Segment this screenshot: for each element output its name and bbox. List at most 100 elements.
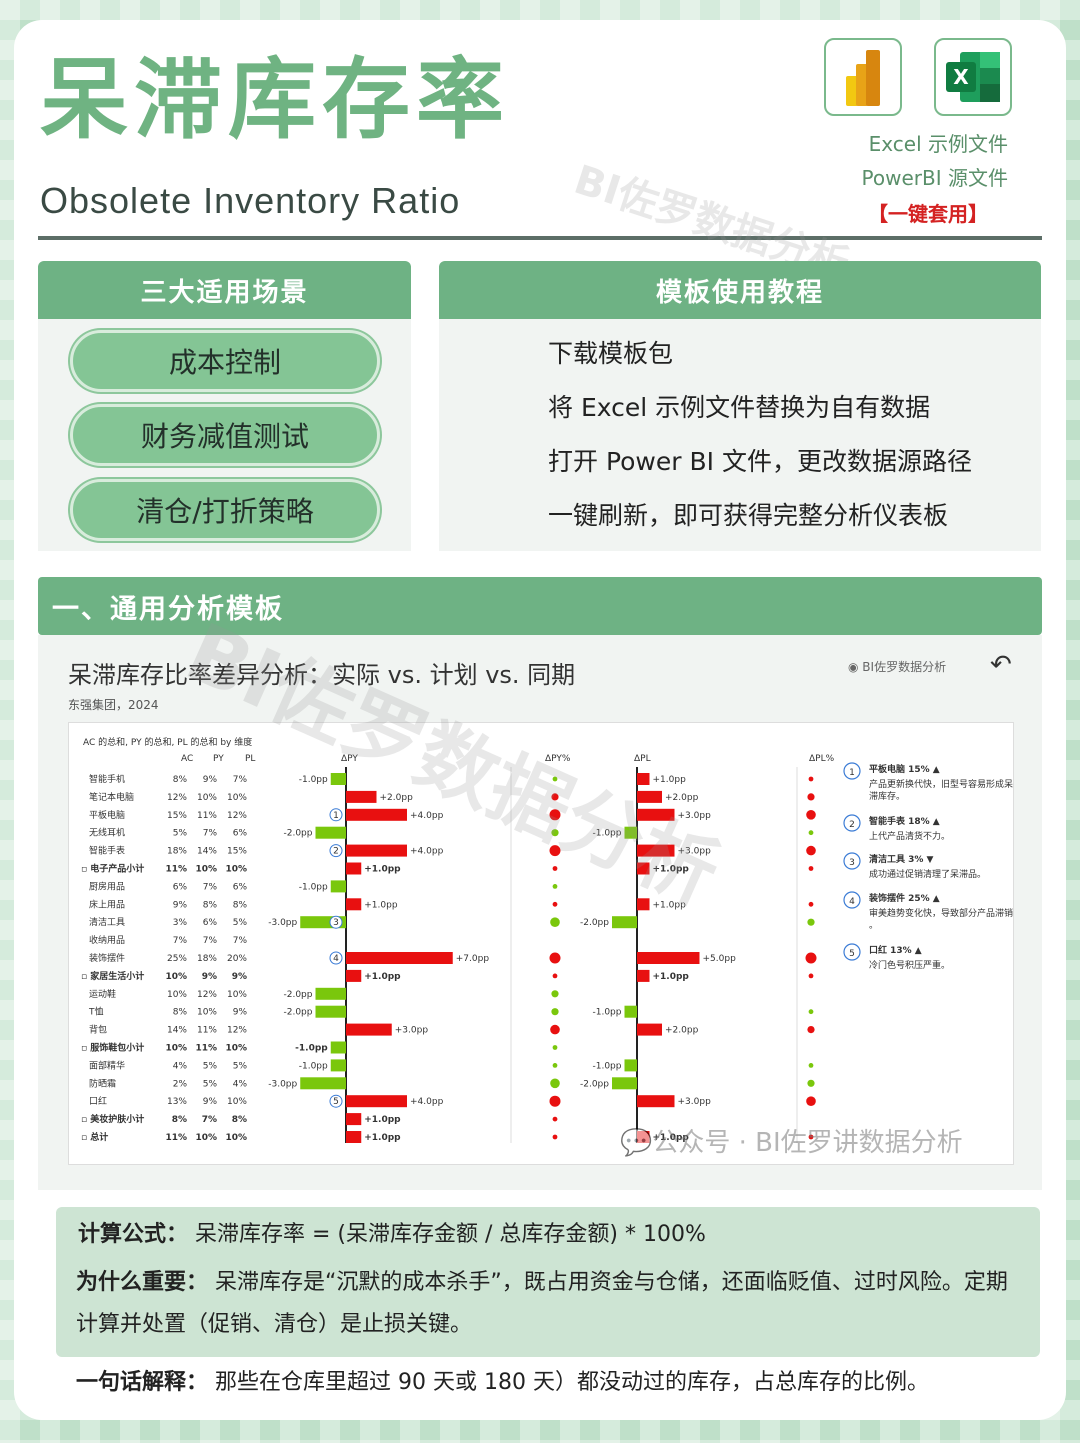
dpl-pct-dot xyxy=(807,918,815,926)
dpy-label: +1.0pp xyxy=(364,865,401,875)
row-pl: 9% xyxy=(232,972,247,982)
dpy-pct-dot xyxy=(552,1134,558,1140)
row-py: 10% xyxy=(197,1008,217,1018)
scenario-impairment-test[interactable]: 财务减值测试 xyxy=(70,404,380,466)
note-title: 智能手表 18% ▲ xyxy=(869,815,940,827)
dpy-label: -3.0pp xyxy=(268,1079,297,1089)
importance-label: 为什么重要： xyxy=(76,1270,209,1295)
row-ac: 4% xyxy=(173,1061,188,1071)
importance-text: 呆滞库存是“沉默的成本杀手”，既占用资金与仓储，还面临贬值、过时风险。定期计算并… xyxy=(76,1270,1008,1337)
page-subtitle: Obsolete Inventory Ratio xyxy=(40,180,461,221)
formula-label: 计算公式： xyxy=(78,1222,189,1247)
row-py: 9% xyxy=(203,1097,218,1107)
dpy-bar xyxy=(346,844,407,857)
row-pl: 9% xyxy=(233,1008,248,1018)
row-pl: 10% xyxy=(225,1133,247,1143)
chart-caption: AC 的总和, PY 的总和, PL 的总和 by 维度 xyxy=(83,736,252,748)
dpl-pct-dot xyxy=(806,845,816,856)
tutorial-step: 下载模板包 xyxy=(548,339,674,368)
dpl-bar xyxy=(637,773,650,785)
row-pl: 15% xyxy=(227,847,247,857)
powerbi-icon[interactable] xyxy=(824,38,902,116)
dpy-label: +1.0pp xyxy=(364,1115,401,1125)
row-ac: 6% xyxy=(173,882,188,892)
row-label: 防晒霜 xyxy=(89,1077,116,1089)
row-ac: 10% xyxy=(165,1044,187,1054)
dpl-pct-dot xyxy=(808,776,814,782)
dpy-bar xyxy=(330,880,346,893)
row-pl: 10% xyxy=(227,793,247,803)
row-label: 背包 xyxy=(89,1024,107,1036)
row-label: 收纳用品 xyxy=(89,934,125,946)
dpy-label: +1.0pp xyxy=(364,972,401,982)
section-heading: 一、通用分析模板 xyxy=(38,577,1042,635)
dpy-bar xyxy=(315,826,346,839)
row-ac: 8% xyxy=(172,1115,187,1125)
excel-icon[interactable]: X xyxy=(934,38,1012,116)
dpy-pct-dot xyxy=(549,845,561,857)
undo-icon[interactable]: ↶ xyxy=(990,650,1012,680)
dpy-label: -3.0pp xyxy=(268,918,297,928)
row-label: 智能手机 xyxy=(89,773,125,785)
row-py: 12% xyxy=(197,990,217,1000)
dpy-label: +2.0pp xyxy=(380,793,414,803)
row-label: 无线耳机 xyxy=(89,827,125,839)
dpy-bar xyxy=(346,808,407,821)
column-header: PL xyxy=(245,754,255,764)
dpy-pct-dot xyxy=(551,793,559,801)
dpl-bar xyxy=(637,844,675,857)
row-label: ▫ 美妆护肤小计 xyxy=(81,1113,144,1125)
column-header: AC xyxy=(181,754,193,764)
dpy-pct-dot xyxy=(552,901,558,907)
dashboard-subtitle: 东强集团，2024 xyxy=(68,698,159,712)
row-label: 清洁工具 xyxy=(89,916,125,928)
dpl-pct-dot xyxy=(807,1026,815,1034)
row-label: ▫ 电子产品小计 xyxy=(81,863,144,875)
dpy-pct-dot xyxy=(552,1116,558,1122)
dpl-label: +1.0pp xyxy=(653,865,690,875)
column-header: ΔPL xyxy=(634,754,651,764)
column-header: ΔPY% xyxy=(545,754,571,764)
row-label: 床上用品 xyxy=(89,898,125,910)
dpy-label: -2.0pp xyxy=(284,1008,313,1018)
dpl-bar xyxy=(637,862,650,875)
dpy-label: +3.0pp xyxy=(395,1026,429,1036)
dpl-pct-dot xyxy=(808,901,814,907)
dpl-label: -1.0pp xyxy=(593,1008,622,1018)
marker-number: 1 xyxy=(333,811,339,821)
row-label: 平板电脑 xyxy=(89,809,125,821)
dpy-bar xyxy=(346,898,362,911)
dpl-label: +2.0pp xyxy=(665,1026,699,1036)
dpl-pct-dot xyxy=(808,1063,814,1068)
dpy-bar xyxy=(330,1041,346,1054)
importance-line: 为什么重要： 呆滞库存是“沉默的成本杀手”，既占用资金与仓储，还面临贬值、过时风… xyxy=(76,1262,1016,1346)
dpy-pct-dot xyxy=(552,866,558,871)
dpl-label: -2.0pp xyxy=(580,1079,609,1089)
dpy-pct-dot xyxy=(551,1008,559,1016)
dpy-bar xyxy=(346,1131,362,1143)
dpy-label: +1.0pp xyxy=(364,900,398,910)
tutorial-step: 打开 Power BI 文件，更改数据源路径 xyxy=(548,447,972,476)
dpy-pct-dot xyxy=(550,1024,560,1035)
dpy-pct-dot xyxy=(552,1045,558,1050)
dpl-bar xyxy=(637,790,662,803)
wechat-watermark: 💬公众号 · BI佐罗讲数据分析 xyxy=(620,1122,963,1159)
row-label: 运动鞋 xyxy=(89,988,116,1000)
dpl-bar xyxy=(637,969,650,982)
excel-file-label: Excel 示例文件 xyxy=(868,132,1008,156)
scenario-cost-control[interactable]: 成本控制 xyxy=(70,330,380,392)
dpl-bar xyxy=(637,1023,662,1036)
note-number: 2 xyxy=(849,820,855,830)
note-text: 审美趋势变化快，导致部分产品滞销 xyxy=(869,907,1013,919)
row-ac: 10% xyxy=(165,972,187,982)
wechat-icon: 💬 xyxy=(620,1128,653,1158)
row-py: 5% xyxy=(203,1079,218,1089)
row-pl: 12% xyxy=(227,1026,247,1036)
scenario-clearance[interactable]: 清仓/打折策略 xyxy=(70,479,380,541)
row-ac: 25% xyxy=(167,954,187,964)
dpl-label: +1.0pp xyxy=(653,775,687,785)
dpl-label: +1.0pp xyxy=(653,900,687,910)
row-py: 9% xyxy=(202,972,217,982)
row-ac: 11% xyxy=(165,865,187,875)
note-text: 产品更新换代快，旧型号容易形成呆 xyxy=(869,778,1013,790)
